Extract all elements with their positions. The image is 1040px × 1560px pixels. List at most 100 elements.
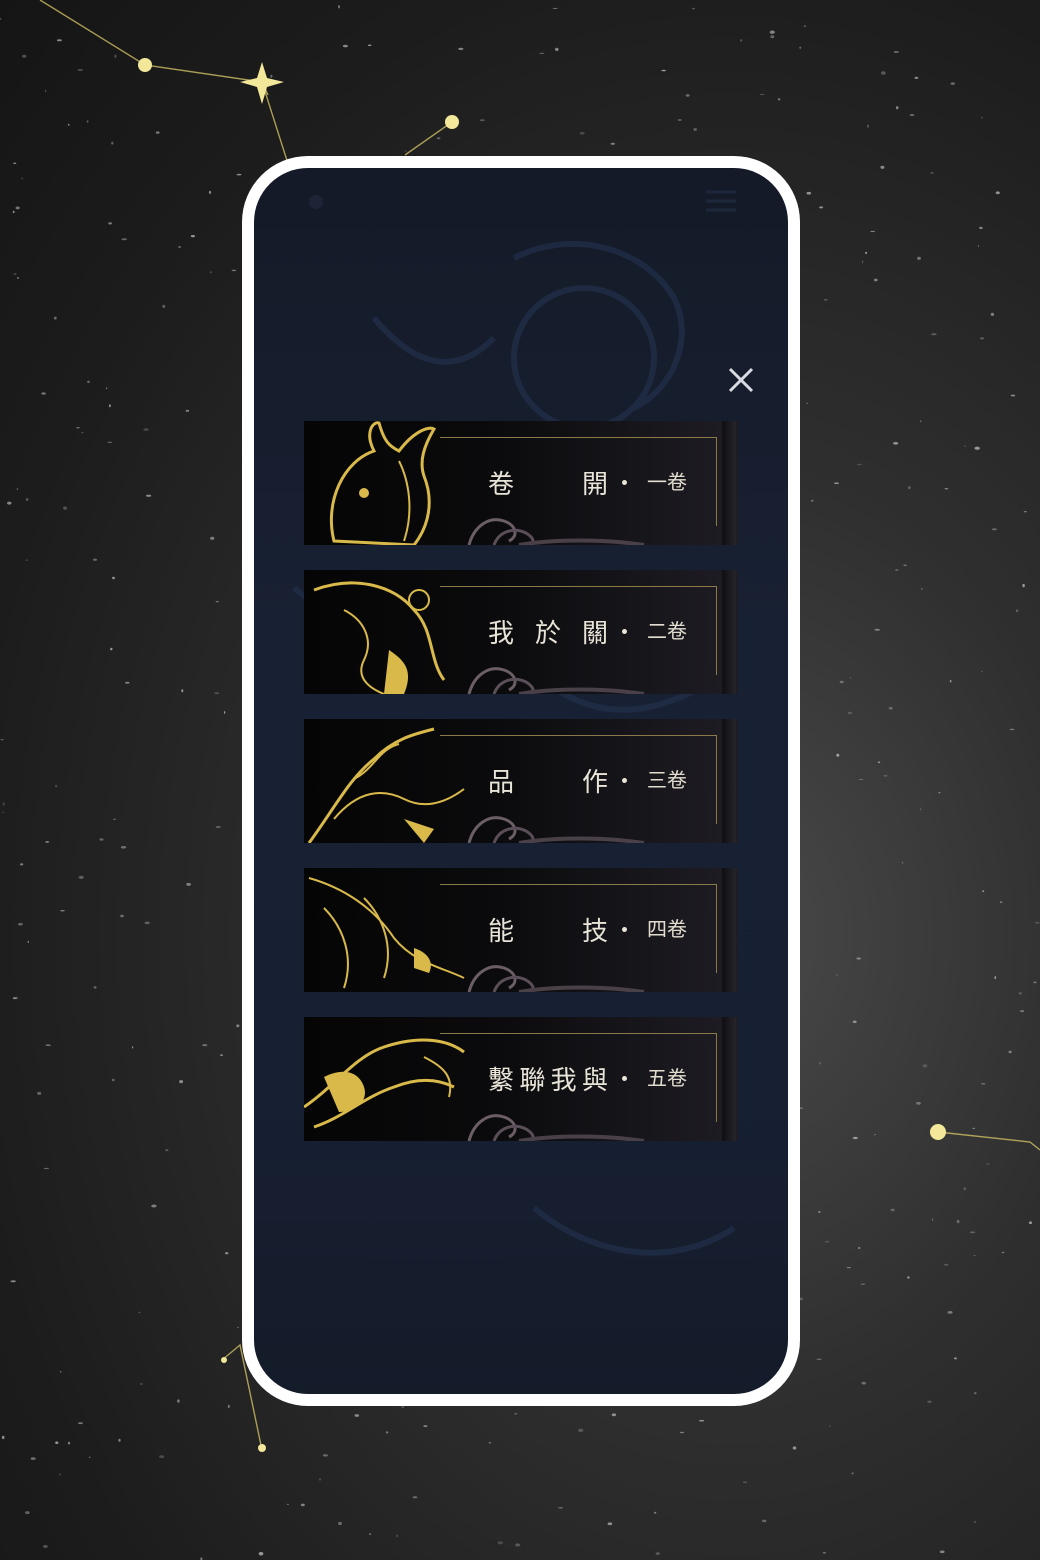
star (56, 39, 62, 42)
star (231, 269, 237, 272)
chapter-number: 三卷 (647, 768, 687, 792)
star (852, 1136, 858, 1140)
chapter-card-1[interactable]: 卷開一卷 (304, 421, 738, 545)
star (980, 117, 983, 119)
star (114, 54, 117, 58)
star (916, 1101, 921, 1105)
chapter-card-4[interactable]: 能技 四卷 (304, 868, 738, 992)
star (7, 501, 12, 505)
star (856, 957, 861, 960)
star (93, 558, 97, 561)
star (385, 1431, 389, 1434)
star (980, 1083, 986, 1085)
star (120, 846, 127, 849)
star (677, 119, 682, 121)
star (223, 711, 226, 714)
star (552, 7, 558, 9)
star (974, 1521, 976, 1524)
star (810, 499, 814, 502)
star (179, 1080, 184, 1084)
star (834, 482, 839, 485)
star (59, 1473, 61, 1476)
star (67, 123, 70, 126)
separator-dot (622, 778, 627, 783)
star (109, 404, 111, 408)
chapter-title: 繫聯我與 (488, 1061, 608, 1096)
star (1034, 921, 1040, 924)
chapter-card-5[interactable]: 繫聯我與 五卷 (304, 1017, 738, 1141)
star (770, 35, 775, 39)
star (108, 222, 112, 225)
star (890, 1208, 895, 1212)
star (963, 1187, 966, 1191)
star (105, 387, 108, 389)
star (159, 1455, 165, 1458)
star (354, 1414, 360, 1417)
star (258, 1552, 264, 1556)
star (60, 1370, 62, 1373)
chapter-card-3[interactable]: 品作三卷 (304, 719, 738, 843)
star (692, 7, 695, 10)
star (215, 600, 219, 603)
star (88, 1456, 91, 1459)
star (185, 409, 190, 412)
star (769, 30, 775, 34)
star (938, 792, 941, 794)
star (578, 1428, 584, 1433)
close-button[interactable] (724, 363, 758, 397)
star (12, 210, 15, 214)
separator-dot (622, 1076, 627, 1081)
star (37, 1091, 42, 1095)
star (165, 1149, 169, 1151)
chapter-title-char: 與 (581, 1065, 608, 1096)
star (1008, 1050, 1012, 1054)
star (45, 1044, 51, 1046)
chapter-title: 能技 (488, 912, 608, 947)
star (43, 1167, 50, 1169)
star (111, 1078, 115, 1082)
star (995, 191, 1000, 195)
star (799, 46, 802, 49)
star (877, 761, 881, 764)
star (27, 940, 29, 944)
star (555, 47, 559, 52)
star (367, 44, 372, 47)
star (369, 1533, 372, 1535)
star (986, 1163, 990, 1165)
star (1018, 992, 1022, 995)
star (237, 1326, 239, 1328)
star (60, 910, 65, 912)
star (423, 1425, 428, 1428)
star (143, 428, 149, 431)
star (13, 273, 17, 275)
star (679, 1431, 685, 1434)
star (822, 1552, 827, 1554)
star (903, 564, 907, 566)
star (610, 142, 615, 145)
star (1015, 609, 1019, 613)
star (0, 739, 4, 741)
close-icon (728, 367, 754, 393)
star (1010, 394, 1016, 397)
star (947, 1311, 953, 1314)
star (41, 392, 46, 395)
star (693, 128, 697, 131)
star (87, 380, 90, 383)
chapter-card-2[interactable]: 我於關 二卷 (304, 570, 738, 694)
star (1022, 583, 1025, 588)
star (893, 51, 899, 53)
star (121, 238, 127, 241)
star (977, 245, 980, 248)
chapter-number: 四卷 (647, 917, 687, 941)
chapter-title-char: 技 (581, 916, 608, 947)
star (151, 1204, 157, 1208)
star (210, 271, 212, 274)
star (181, 689, 184, 693)
star (219, 1054, 224, 1056)
star (30, 1457, 36, 1460)
star (944, 488, 949, 490)
star (920, 587, 923, 591)
star (77, 69, 83, 71)
star (558, 1506, 564, 1509)
star (53, 316, 57, 320)
